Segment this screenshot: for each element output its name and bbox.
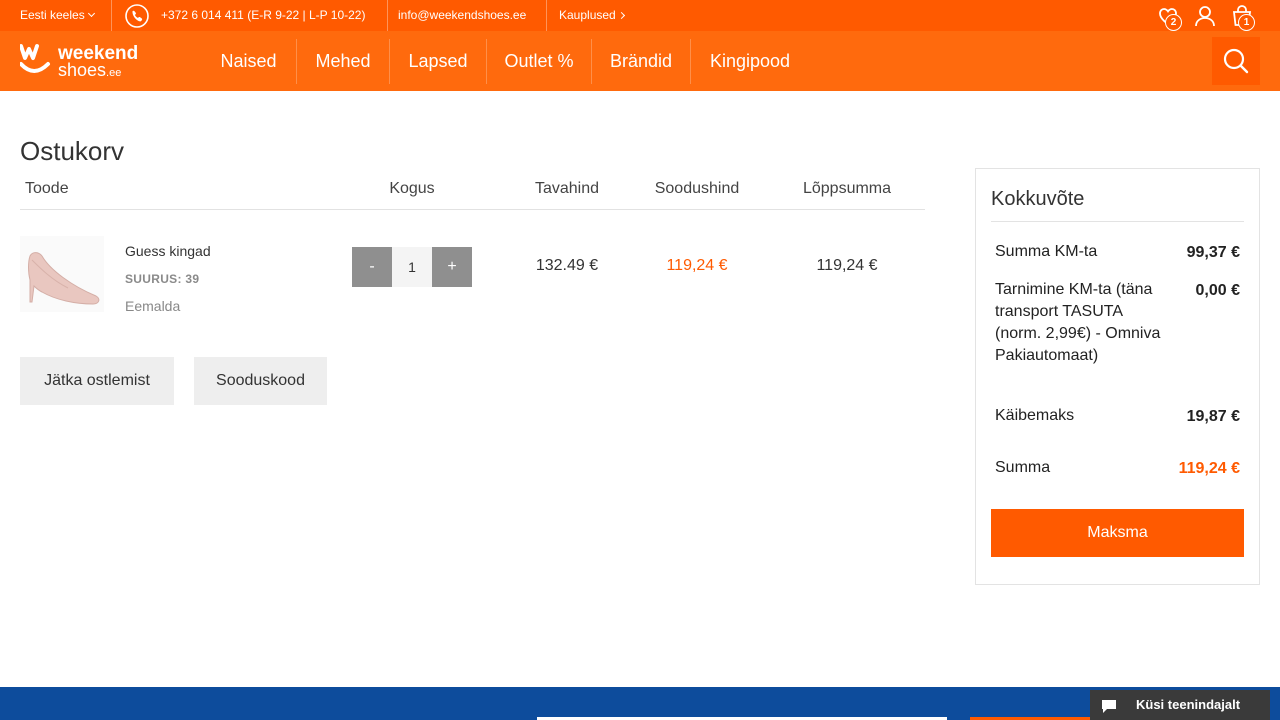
line-total-value: 119,24 € — [816, 257, 878, 274]
nav-item-mehed[interactable]: Mehed — [297, 31, 389, 91]
product-image[interactable] — [20, 236, 104, 312]
nav-item-brandid[interactable]: Brändid — [592, 31, 690, 91]
stores-link[interactable]: Kauplused — [559, 0, 625, 31]
column-header-total: Lõppsumma — [802, 180, 892, 197]
coupon-code-button[interactable]: Sooduskood — [194, 357, 327, 405]
vat-value: 19,87 € — [1186, 408, 1240, 425]
language-selector[interactable]: Eesti keeles — [20, 0, 95, 31]
phone-number[interactable]: +372 6 014 411 (E-R 9-22 | L-P 10-22) — [161, 0, 365, 31]
cart-button[interactable]: 1 — [1229, 3, 1255, 31]
weekendshoes-logo[interactable]: weekend shoes.ee — [20, 42, 160, 80]
top-bar: Eesti keeles +372 6 014 411 (E-R 9-22 | … — [0, 0, 1280, 31]
continue-shopping-button[interactable]: Jätka ostlemist — [20, 357, 174, 405]
divider — [111, 0, 112, 31]
shipping-value: 0,00 € — [1195, 282, 1240, 299]
remove-item-link[interactable]: Eemalda — [125, 298, 180, 314]
page-title: Ostukorv — [20, 136, 125, 166]
column-header-quantity: Kogus — [389, 180, 435, 197]
product-size: SUURUS: 39 — [125, 272, 200, 286]
chat-widget-button[interactable]: Küsi teenindajalt — [1090, 690, 1270, 720]
total-value: 119,24 € — [1178, 460, 1240, 477]
column-header-product: Toode — [25, 180, 69, 197]
chevron-right-icon — [617, 11, 625, 20]
email-link[interactable]: info@weekendshoes.ee — [398, 0, 526, 31]
quantity-input[interactable]: 1 — [392, 247, 432, 287]
total-label: Summa — [995, 459, 1051, 476]
sale-price-value: 119,24 € — [666, 257, 728, 274]
wishlist-button[interactable]: 2 — [1155, 3, 1182, 31]
summary-divider — [991, 221, 1244, 222]
search-button[interactable] — [1212, 37, 1260, 85]
cart-count-badge: 1 — [1238, 14, 1255, 31]
divider — [546, 0, 547, 31]
checkout-button[interactable]: Maksma — [991, 509, 1244, 557]
nav-item-naised[interactable]: Naised — [201, 31, 296, 91]
regular-price-value: 132.49 € — [535, 257, 599, 274]
order-summary: Kokkuvõte Summa KM-ta 99,37 € Tarnimine … — [975, 168, 1260, 585]
shipping-label: Tarnimine KM-ta (täna transport TASUTA (… — [995, 281, 1161, 364]
table-header-divider — [20, 209, 925, 210]
chevron-down-icon — [87, 9, 95, 18]
nav-item-kingipood[interactable]: Kingipood — [691, 31, 809, 91]
main-navigation: weekend shoes.ee Naised Mehed Lapsed Out… — [0, 31, 1280, 91]
column-header-regular-price: Tavahind — [534, 180, 600, 197]
summary-title: Kokkuvõte — [991, 188, 1085, 210]
quantity-decrease-button[interactable]: - — [352, 247, 392, 287]
quantity-increase-button[interactable]: + — [432, 247, 472, 287]
chat-bubble-icon — [1102, 700, 1116, 713]
divider — [387, 0, 388, 31]
stores-label: Kauplused — [559, 8, 616, 22]
phone-icon — [125, 4, 149, 28]
nav-item-lapsed[interactable]: Lapsed — [390, 31, 486, 91]
nav-item-outlet[interactable]: Outlet % — [487, 31, 591, 91]
language-label: Eesti keeles — [20, 8, 85, 22]
user-account-icon[interactable] — [1192, 3, 1218, 29]
wishlist-count-badge: 2 — [1165, 14, 1182, 31]
column-header-sale-price: Soodushind — [654, 180, 740, 197]
search-icon — [1223, 48, 1249, 74]
subtotal-value: 99,37 € — [1186, 244, 1240, 261]
chat-widget-label: Küsi teenindajalt — [1136, 697, 1241, 712]
product-name[interactable]: Guess kingad — [125, 243, 211, 259]
footer — [0, 687, 1280, 720]
vat-label: Käibemaks — [995, 407, 1075, 424]
subtotal-label: Summa KM-ta — [995, 243, 1098, 260]
